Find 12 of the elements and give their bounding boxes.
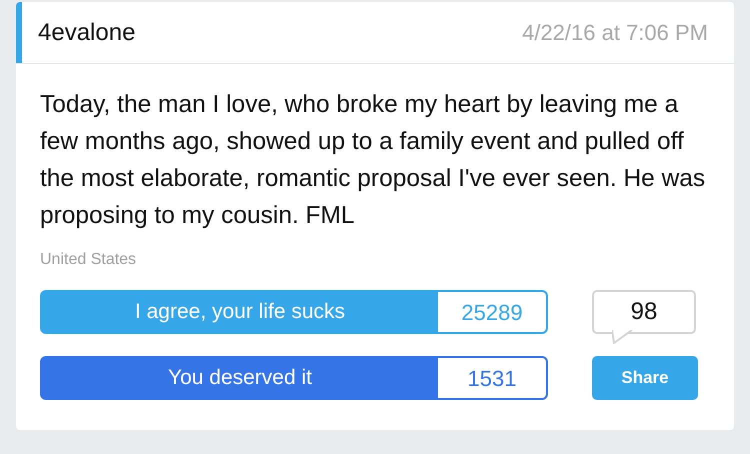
vote-button[interactable]: I agree, your life sucks 25289	[40, 290, 548, 334]
comment-count[interactable]: 98	[592, 290, 696, 334]
share-button[interactable]: Share	[592, 356, 698, 400]
vote-count: 1531	[438, 358, 546, 398]
location: United States	[40, 250, 138, 270]
timestamp: 4/22/16 at 7:06 PM	[522, 19, 708, 47]
post-text: Today, the man I love, who broke my heart by leaving me a few months ago, showed up to a family event and pulled off the most elaborate, romantic proposal I've ever seen. He was proposing to my cousin. FML	[40, 90, 706, 231]
vote-button[interactable]: You deserved it 1531	[40, 356, 548, 400]
bubble-tail-icon	[612, 330, 634, 344]
accent-bar	[16, 2, 22, 63]
author-name: 4evalone	[38, 18, 136, 48]
vote-count: 25289	[438, 292, 546, 332]
